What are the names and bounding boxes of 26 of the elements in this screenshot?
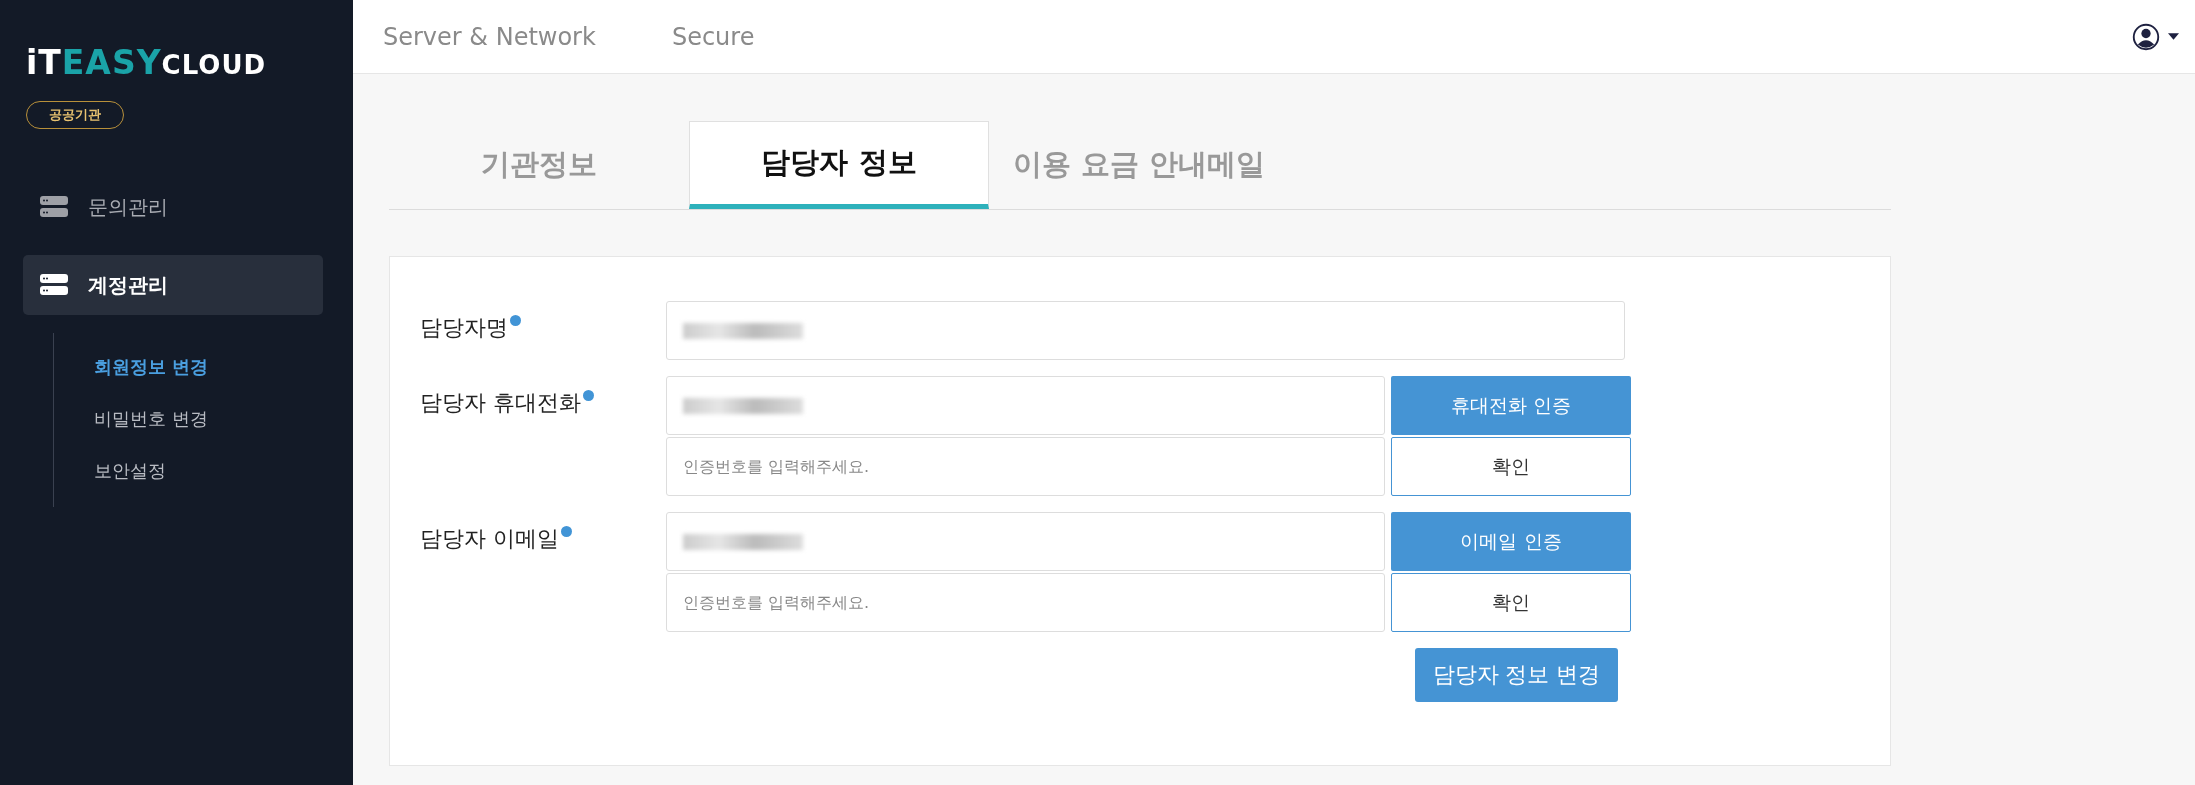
input-field[interactable] (666, 512, 1385, 571)
tab[interactable]: 담당자 정보 (689, 121, 989, 209)
field-label: 담당자 이메일 (420, 525, 559, 553)
sidebar-item[interactable]: 계정관리 (23, 255, 323, 315)
verify-button[interactable]: 확인 (1391, 437, 1631, 496)
submenu-item[interactable]: 회원정보 변경 (94, 341, 353, 393)
caret-icon[interactable] (2168, 33, 2179, 40)
nav-link[interactable]: Secure (671, 22, 755, 51)
submit-button[interactable]: 담당자 정보 변경 (1415, 648, 1618, 702)
submenu-item[interactable]: 보안설정 (94, 445, 353, 497)
server-icon (40, 196, 68, 218)
logo: iTEASYCLOUD (26, 46, 267, 79)
user-icon[interactable] (2132, 22, 2160, 51)
server-icon (40, 274, 68, 296)
input-field[interactable]: 인증번호를 입력해주세요. (666, 573, 1385, 632)
nav-link[interactable]: Server & Network (383, 22, 596, 51)
sidebar-item[interactable]: 문의관리 (23, 177, 323, 237)
verify-button[interactable]: 확인 (1391, 573, 1631, 632)
verify-button[interactable]: 휴대전화 인증 (1391, 376, 1631, 435)
input-field[interactable]: 인증번호를 입력해주세요. (666, 437, 1385, 496)
input-field[interactable] (666, 301, 1625, 360)
field-label: 담당자 휴대전화 (420, 389, 581, 417)
verify-button[interactable]: 이메일 인증 (1391, 512, 1631, 571)
input-field[interactable] (666, 376, 1385, 435)
submenu-item[interactable]: 비밀번호 변경 (94, 393, 353, 445)
field-label: 담당자명 (420, 314, 508, 342)
